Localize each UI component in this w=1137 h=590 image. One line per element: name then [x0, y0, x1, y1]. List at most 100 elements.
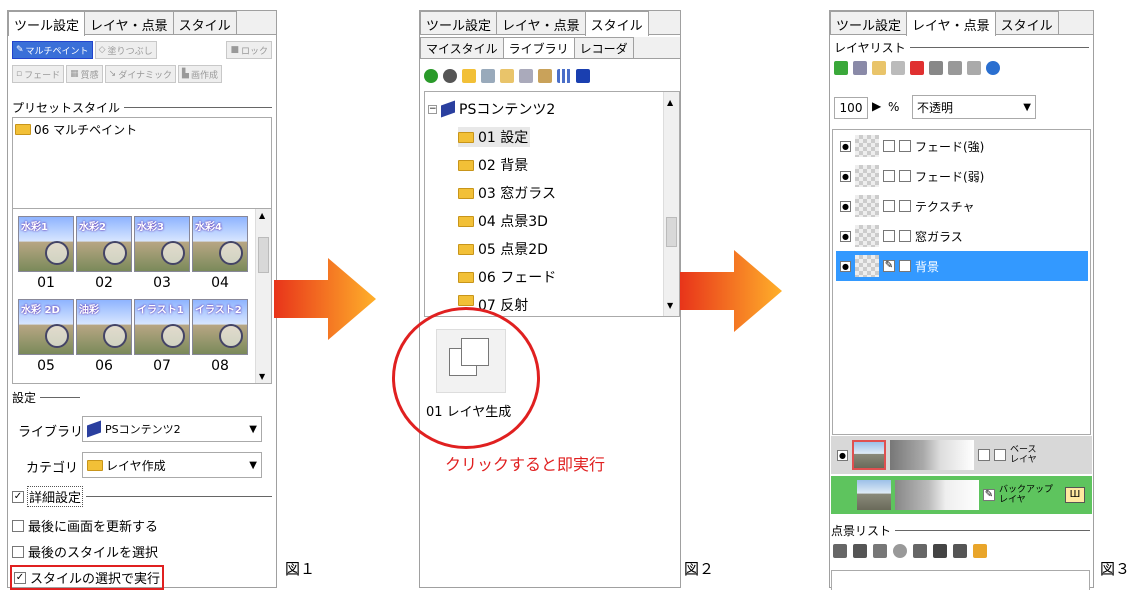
tree-item[interactable]: 06 フェード [458, 267, 556, 287]
ground-icon[interactable] [953, 544, 967, 558]
tab-tool-settings[interactable]: ツール設定 [8, 11, 86, 36]
pencil-icon[interactable]: ✎ [983, 489, 995, 501]
checkbox[interactable] [12, 545, 24, 558]
texture-button[interactable]: ▦ 質感 [66, 65, 103, 83]
cross-icon[interactable] [933, 544, 947, 558]
checkbox[interactable] [994, 449, 1006, 461]
library-select[interactable]: PSコンテンツ2 ▼ [82, 416, 262, 442]
tab-style[interactable]: スタイル [172, 11, 237, 34]
color-square-icon[interactable] [576, 69, 590, 83]
tree-item[interactable]: 02 背景 [458, 155, 528, 175]
style-thumbnail[interactable]: 水彩 2D [18, 299, 74, 355]
scroll-thumb[interactable] [258, 237, 269, 273]
delete-icon[interactable] [519, 69, 533, 83]
dynamic-button[interactable]: ↘ ダイナミック [104, 65, 177, 83]
style-thumbnail[interactable]: イラスト2 [192, 299, 248, 355]
checkbox[interactable] [899, 230, 911, 242]
tree-item[interactable]: 05 点景2D [458, 239, 548, 259]
layer-row-selected[interactable]: ● ✎ 背景 [836, 251, 1088, 281]
checkbox[interactable] [883, 170, 895, 182]
backup-button[interactable]: Ш [1065, 487, 1086, 503]
option-update-screen[interactable]: 最後に画面を更新する [12, 516, 158, 535]
fade-button[interactable]: ▫ フェード [12, 65, 65, 83]
checkbox[interactable] [899, 170, 911, 182]
layer-row[interactable]: ● 窓ガラス [836, 221, 1088, 251]
opacity-stepper[interactable]: ▶ [872, 99, 881, 113]
move-down-icon[interactable] [853, 61, 867, 75]
backup-layer-row[interactable]: ✎ バックアップ レイヤ Ш [831, 476, 1092, 514]
tab-tool-settings[interactable]: ツール設定 [830, 11, 908, 34]
eye-icon[interactable]: ● [837, 449, 848, 461]
layer-merge-icon[interactable] [948, 61, 962, 75]
view-icon[interactable] [893, 544, 907, 558]
tab-style[interactable]: スタイル [994, 11, 1059, 34]
checkbox[interactable] [12, 519, 24, 532]
category-select[interactable]: レイヤ作成 ▼ [82, 452, 262, 478]
layer-row[interactable]: ● フェード(強) [836, 131, 1088, 161]
lock-button[interactable]: ■ ロック [226, 41, 272, 59]
move-up-icon[interactable] [834, 61, 848, 75]
style-thumbnail[interactable]: 水彩1 [18, 216, 74, 272]
tab-my-style[interactable]: マイスタイル [420, 37, 504, 58]
layer-row[interactable]: ● フェード(弱) [836, 161, 1088, 191]
add-scene-icon[interactable] [833, 544, 847, 558]
preset-item[interactable]: 06 マルチペイント [13, 118, 271, 141]
fill-button[interactable]: ◇ 塗りつぶし [94, 41, 157, 59]
align-icon[interactable] [913, 544, 927, 558]
tab-style[interactable]: スタイル [584, 11, 649, 36]
eye-icon[interactable]: ● [840, 230, 851, 242]
multipaint-button[interactable]: ✎ マルチペイント [12, 41, 93, 59]
layer-settings-icon[interactable] [967, 61, 981, 75]
option-execute-on-select[interactable]: ✓ スタイルの選択で実行 [10, 565, 165, 590]
merge-icon[interactable] [929, 61, 943, 75]
edit-icon[interactable] [538, 69, 552, 83]
base-layer-row[interactable]: ● ベース レイヤ [831, 436, 1092, 474]
new-style-icon[interactable] [500, 69, 514, 83]
checkbox[interactable] [899, 260, 911, 272]
style-thumbnail[interactable]: 水彩3 [134, 216, 190, 272]
grid-view-icon[interactable] [557, 69, 571, 83]
checkbox[interactable] [899, 140, 911, 152]
tree-item[interactable]: 04 点景3D [458, 211, 548, 231]
checkbox[interactable] [883, 230, 895, 242]
checkbox[interactable] [978, 449, 990, 461]
tree-item[interactable]: 01 設定 [458, 127, 531, 147]
tree-root[interactable]: − PSコンテンツ2 [428, 99, 555, 119]
create-button[interactable]: ▙ 画作成 [178, 65, 222, 83]
option-select-last-style[interactable]: 最後のスタイルを選択 [12, 542, 158, 561]
style-thumbnail[interactable]: イラスト1 [134, 299, 190, 355]
tab-layer-scene[interactable]: レイヤ・点景 [496, 11, 586, 34]
info-icon[interactable] [986, 61, 1000, 75]
forward-icon[interactable] [443, 69, 457, 83]
back-icon[interactable] [424, 69, 438, 83]
opacity-input[interactable]: 100 [834, 97, 868, 119]
scroll-thumb[interactable] [666, 217, 677, 247]
tab-recorder[interactable]: レコーダ [573, 37, 634, 58]
delete-icon[interactable] [910, 61, 924, 75]
tab-layer-scene[interactable]: レイヤ・点景 [84, 11, 174, 34]
thumbnail-scrollbar[interactable]: ▲ ▼ [255, 209, 271, 383]
style-thumbnail[interactable]: 水彩4 [192, 216, 248, 272]
checkbox[interactable] [883, 140, 895, 152]
pencil-icon[interactable]: ✎ [883, 260, 895, 272]
tab-tool-settings[interactable]: ツール設定 [420, 11, 498, 34]
new-layer-icon[interactable] [872, 61, 886, 75]
eye-icon[interactable]: ● [840, 140, 851, 152]
layer-row[interactable]: ● テクスチャ [836, 191, 1088, 221]
copy-layer-icon[interactable] [891, 61, 905, 75]
style-thumbnail[interactable]: 水彩2 [76, 216, 132, 272]
hand-icon[interactable] [973, 544, 987, 558]
eye-icon[interactable]: ● [840, 170, 851, 182]
style-thumbnail[interactable]: 油彩 [76, 299, 132, 355]
preset-list[interactable]: 06 マルチペイント [12, 117, 272, 209]
checkbox-checked[interactable]: ✓ [12, 490, 24, 503]
checkbox[interactable] [883, 200, 895, 212]
tree-scrollbar[interactable]: ▲ ▼ [663, 92, 679, 316]
detail-settings[interactable]: ✓ 詳細設定 [12, 486, 272, 507]
eye-icon[interactable]: ● [840, 200, 851, 212]
tab-layer-scene[interactable]: レイヤ・点景 [906, 11, 996, 36]
tab-library[interactable]: ライブラリ [502, 37, 575, 58]
folder-icon[interactable] [462, 69, 476, 83]
remove-scene-icon[interactable] [853, 544, 867, 558]
tree-item[interactable]: 03 窓ガラス [458, 183, 556, 203]
